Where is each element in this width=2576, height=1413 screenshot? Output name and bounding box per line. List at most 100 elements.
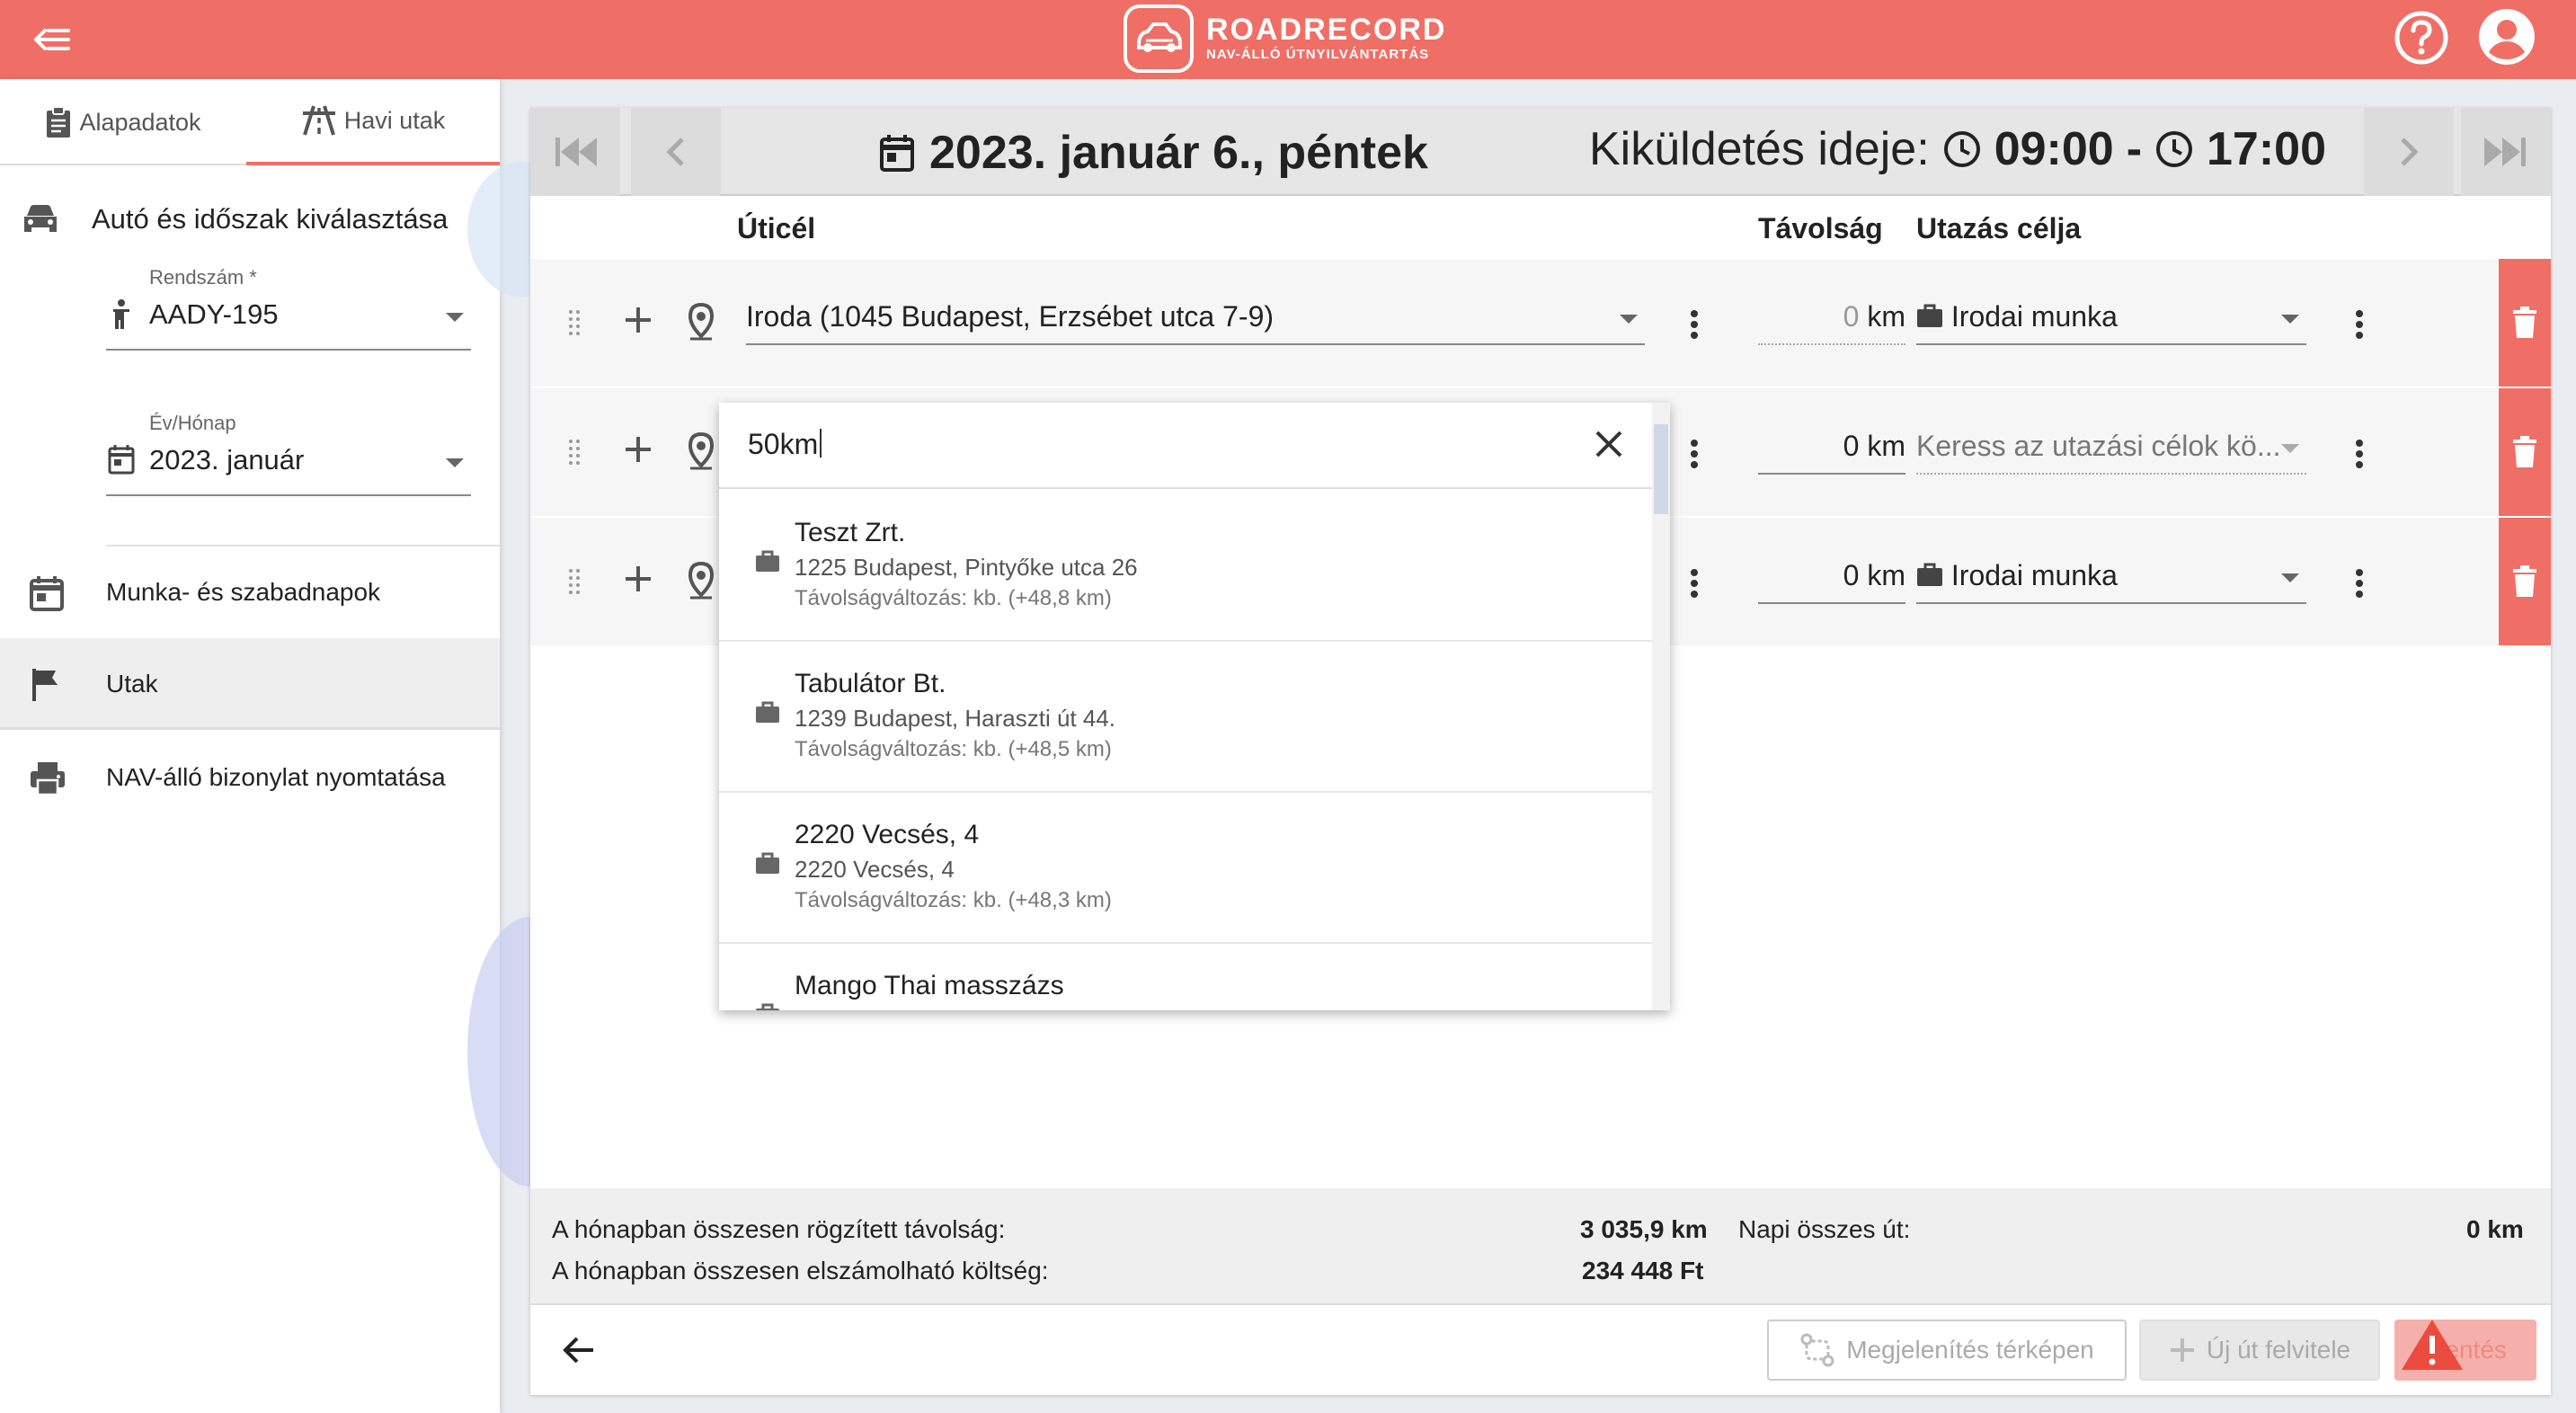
cost-label: A hónapban összesen elszámolható költség…	[552, 1257, 1049, 1284]
autocomplete-option[interactable]: 2220 Vecsés, 4 2220 Vecsés, 4 Távolságvá…	[719, 793, 1652, 944]
plus-icon	[2170, 1338, 2194, 1362]
autocomplete-option[interactable]: Tabulátor Bt. 1239 Budapest, Haraszti út…	[719, 642, 1652, 793]
close-icon[interactable]	[1593, 428, 1625, 465]
chevron-down-icon	[446, 313, 464, 322]
plate-label: Rendszám *	[149, 266, 257, 289]
option-name: Tabulátor Bt.	[795, 669, 946, 698]
sidebar: Alapadatok Havi utak Autó és időszak kiv…	[0, 79, 500, 1413]
collapse-menu-icon[interactable]	[31, 18, 74, 61]
chevron-down-icon	[1620, 315, 1638, 324]
flag-icon	[29, 667, 65, 707]
road-icon	[302, 105, 335, 136]
delete-row-button[interactable]	[2499, 518, 2551, 645]
dropdown-scrollbar[interactable]	[1652, 403, 1670, 1010]
location-pin-icon	[685, 561, 717, 605]
account-icon[interactable]	[2477, 7, 2536, 67]
section-title: Autó és időszak kiválasztása	[92, 203, 449, 235]
destination-value: Iroda (1045 Budapest, Erzsébet utca 7-9)	[746, 300, 1275, 333]
month-select[interactable]: Év/Hónap 2023. január	[106, 412, 471, 496]
show-on-map-label: Megjelenítés térképen	[1846, 1336, 2094, 1364]
recorded-distance-value: 3 035,9 km	[1580, 1215, 1708, 1243]
add-stop-icon[interactable]	[622, 433, 654, 470]
drag-handle-icon[interactable]	[568, 568, 581, 600]
trash-icon	[2513, 436, 2536, 467]
more-vert-icon[interactable]	[2355, 439, 2364, 474]
distance-input[interactable]: 0 km	[1758, 550, 1905, 604]
plate-select[interactable]: Rendszám * AADY-195	[106, 266, 471, 351]
chevron-down-icon	[2281, 444, 2299, 453]
chevron-left-icon	[666, 138, 684, 166]
autocomplete-option[interactable]: Mango Thai masszázs	[719, 944, 1652, 1010]
delete-row-button[interactable]	[2499, 259, 2551, 387]
tab-havi-utak[interactable]: Havi utak	[246, 79, 500, 165]
purpose-select[interactable]: Irodai munka	[1916, 550, 2306, 604]
more-vert-icon[interactable]	[1690, 309, 1699, 344]
back-arrow-icon[interactable]	[561, 1332, 597, 1373]
show-on-map-button[interactable]: Megjelenítés térképen	[1767, 1320, 2127, 1381]
nav-item-label: NAV-álló bizonylat nyomtatása	[106, 763, 446, 791]
new-trip-button[interactable]: Új út felvitele	[2139, 1320, 2380, 1381]
scrollbar-thumb[interactable]	[1654, 424, 1668, 514]
purpose-placeholder: Keress az utazási célok kö...	[1916, 430, 2281, 462]
column-purpose: Utazás célja	[1916, 212, 2082, 244]
route-icon	[1800, 1333, 1834, 1367]
destination-search-input[interactable]: 50km	[719, 403, 1652, 489]
destination-select[interactable]: Iroda (1045 Budapest, Erzsébet utca 7-9)	[746, 291, 1645, 345]
top-bar: ROADRECORD NAV-ÁLLÓ ÚTNYILVÁNTARTÁS	[0, 0, 2576, 79]
month-label: Év/Hónap	[149, 412, 236, 434]
distance-input[interactable]: 0 km	[1758, 291, 1905, 345]
clipboard-icon	[47, 106, 71, 138]
add-stop-icon[interactable]	[622, 304, 654, 341]
drag-handle-icon[interactable]	[568, 439, 581, 470]
send-time-to[interactable]: 17:00	[2207, 122, 2326, 176]
prev-day-button[interactable]	[631, 108, 721, 196]
chevron-down-icon	[2281, 573, 2299, 582]
option-name: Mango Thai masszázs	[795, 971, 1064, 1000]
nav-item-label: Utak	[106, 670, 158, 698]
option-address: 1239 Budapest, Haraszti út 44.	[795, 705, 1116, 732]
last-day-button[interactable]	[2461, 108, 2551, 196]
delete-row-button[interactable]	[2499, 388, 2551, 516]
trip-row: Iroda (1045 Budapest, Erzsébet utca 7-9)…	[530, 259, 2551, 387]
briefcase-icon	[1917, 304, 1942, 327]
distance-value: 0	[1843, 559, 1860, 591]
more-vert-icon[interactable]	[2355, 568, 2364, 603]
add-stop-icon[interactable]	[622, 563, 654, 600]
calendar-icon	[880, 135, 914, 172]
tab-havi-utak-label: Havi utak	[343, 106, 446, 134]
warning-icon	[2398, 1316, 2466, 1378]
send-time-from[interactable]: 09:00	[1994, 122, 2114, 176]
send-time-separator: -	[2126, 123, 2143, 175]
tab-alapadatok[interactable]: Alapadatok	[0, 79, 246, 165]
more-vert-icon[interactable]	[2355, 309, 2364, 344]
purpose-search-input[interactable]: Keress az utazási célok kö...	[1916, 421, 2306, 475]
search-value: 50km	[748, 428, 819, 460]
purpose-value: Irodai munka	[1950, 559, 2118, 591]
option-address: 1225 Budapest, Pintyőke utca 26	[795, 554, 1138, 581]
send-time: Kiküldetés ideje: 09:00 - 17:00	[1589, 122, 2326, 176]
app-subtitle: NAV-ÁLLÓ ÚTNYILVÁNTARTÁS	[1206, 47, 1430, 62]
distance-input[interactable]: 0 km	[1758, 421, 1905, 475]
first-day-button[interactable]	[530, 108, 620, 196]
drag-handle-icon[interactable]	[568, 309, 581, 341]
purpose-value: Irodai munka	[1950, 300, 2118, 333]
nav-item-trips[interactable]: Utak	[0, 638, 500, 730]
column-destination: Úticél	[737, 212, 816, 244]
more-vert-icon[interactable]	[1690, 568, 1699, 603]
option-distance-delta: Távolságváltozás: kb. (+48,8 km)	[795, 586, 1112, 610]
next-day-button[interactable]	[2364, 108, 2454, 196]
purpose-select[interactable]: Irodai munka	[1916, 291, 2306, 345]
nav-item-workdays[interactable]: Munka- és szabadnapok	[0, 547, 500, 638]
nav-item-print[interactable]: NAV-álló bizonylat nyomtatása	[0, 732, 500, 823]
daily-total-label: Napi összes út:	[1738, 1215, 1911, 1243]
clock-icon	[1943, 131, 1980, 167]
action-bar: Megjelenítés térképen Új út felvitele Me…	[530, 1303, 2551, 1395]
distance-unit: km	[1867, 430, 1905, 462]
option-address: 2220 Vecsés, 4	[795, 856, 955, 883]
printer-icon	[29, 760, 67, 801]
autocomplete-option[interactable]: Teszt Zrt. 1225 Budapest, Pintyőke utca …	[719, 491, 1652, 642]
more-vert-icon[interactable]	[1690, 439, 1699, 474]
app-name: ROADRECORD	[1206, 13, 1447, 47]
help-icon[interactable]	[2393, 9, 2450, 67]
skip-first-icon	[555, 138, 597, 166]
